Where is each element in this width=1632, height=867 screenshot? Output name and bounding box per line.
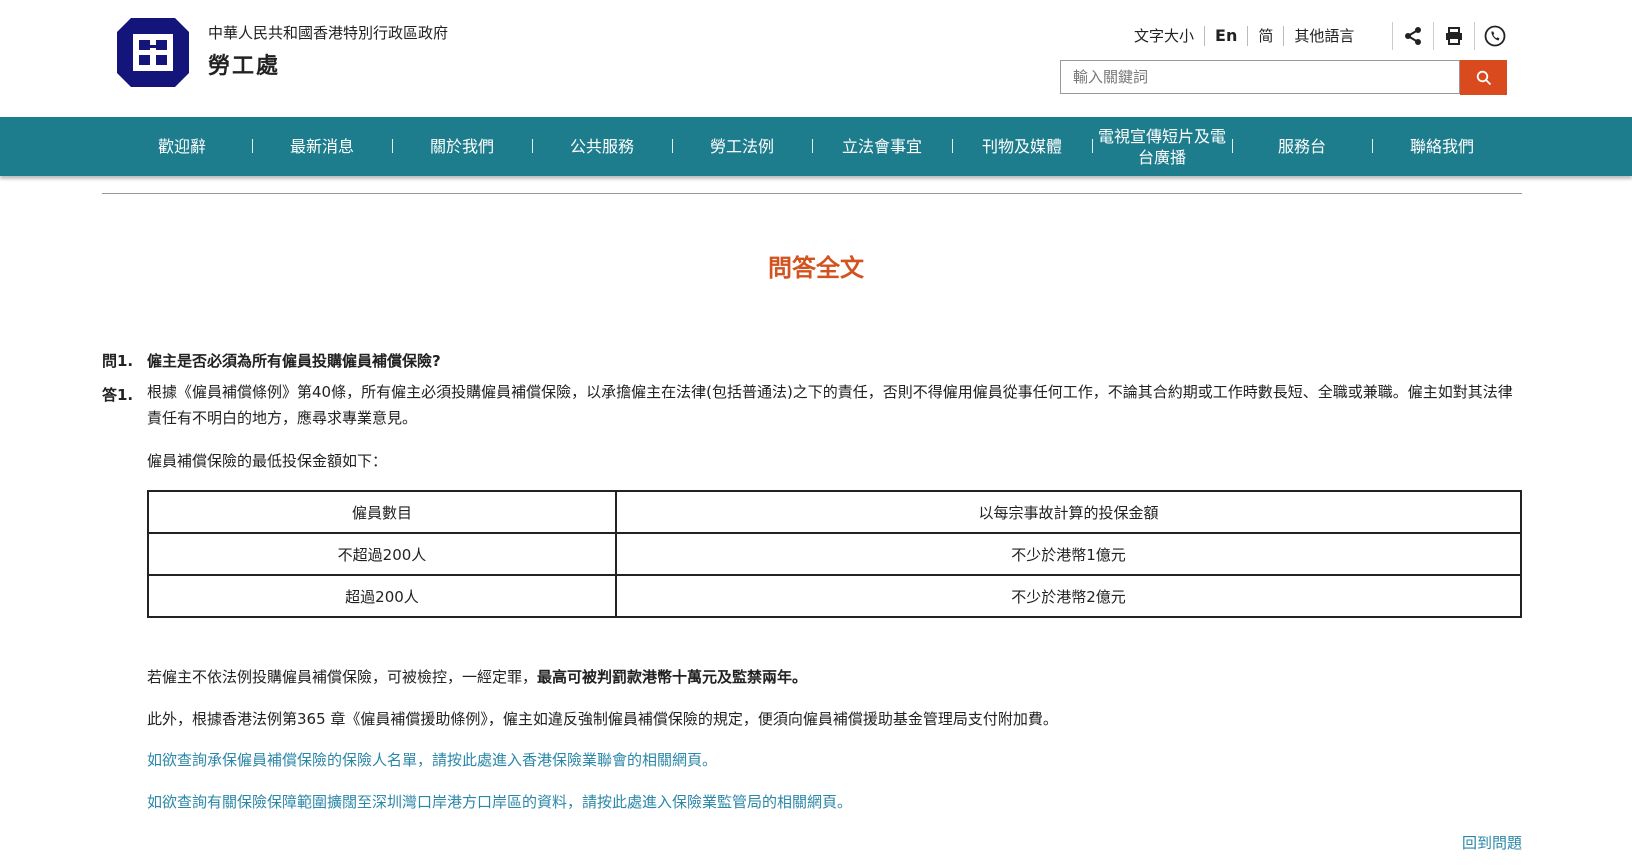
phone-icon[interactable] xyxy=(1474,22,1515,50)
search-box xyxy=(1060,60,1460,94)
penalty-text: 若僱主不依法例投購僱員補償保險，可被檢控，一經定罪， xyxy=(147,668,538,686)
question-number: 問1. xyxy=(102,352,134,370)
department-name: 勞工處 xyxy=(208,54,281,79)
table-cell: 超過200人 xyxy=(147,574,617,618)
nav-item-tv-radio-apis[interactable]: 電視宣傳短片及電台廣播 xyxy=(1092,117,1232,176)
search-button[interactable] xyxy=(1460,60,1507,95)
levy-paragraph: 此外，根據香港法例第365 章《僱員補償援助條例》，僱主如違反強制僱員補償保險的… xyxy=(147,710,1058,728)
search-icon xyxy=(1476,70,1491,85)
penalty-paragraph: 若僱主不依法例投購僱員補償保險，可被檢控，一經定罪，最高可被判罰款港幣十萬元及監… xyxy=(147,666,807,687)
nav-item-about-us[interactable]: 關於我們 xyxy=(392,117,532,176)
insurance-amount-table: 僱員數目 以每宗事故計算的投保金額 不超過200人 不少於港幣1億元 超過200… xyxy=(147,490,1522,618)
share-icon[interactable] xyxy=(1392,22,1433,50)
nav-item-service-counter[interactable]: 服務台 xyxy=(1232,117,1372,176)
penalty-emphasis: 最高可被判罰款港幣十萬元及監禁兩年。 xyxy=(537,668,808,686)
page-title: 問答全文 xyxy=(768,254,864,282)
top-toolbar: 文字大小 En 简 其他語言 xyxy=(1134,22,1364,50)
english-link[interactable]: En xyxy=(1205,26,1249,46)
table-cell: 不少於港幣2億元 xyxy=(615,574,1522,618)
shenzhen-bay-info-link[interactable]: 如欲查詢有關保險保障範圍擴闊至深圳灣口岸港方口岸區的資料，請按此處進入保險業監管… xyxy=(147,791,852,812)
nav-item-contact-us[interactable]: 聯絡我們 xyxy=(1372,117,1512,176)
print-icon[interactable] xyxy=(1433,22,1474,50)
main-nav: 歡迎辭 最新消息 關於我們 公共服務 勞工法例 立法會事宜 刊物及媒體 電視宣傳… xyxy=(0,117,1632,176)
table-intro: 僱員補償保險的最低投保金額如下： xyxy=(147,452,388,470)
table-cell: 不超過200人 xyxy=(147,532,617,576)
labour-department-logo[interactable] xyxy=(117,18,189,87)
table-header-row: 僱員數目 以每宗事故計算的投保金額 xyxy=(147,490,1522,534)
insurers-list-link[interactable]: 如欲查詢承保僱員補償保險的保險人名單，請按此處進入香港保險業聯會的相關網頁。 xyxy=(147,749,717,770)
nav-item-welcome[interactable]: 歡迎辭 xyxy=(112,117,252,176)
toolbar-icons xyxy=(1392,22,1515,50)
nav-item-news[interactable]: 最新消息 xyxy=(252,117,392,176)
government-name: 中華人民共和國香港特別行政區政府 xyxy=(208,24,449,42)
nav-item-legco-matters[interactable]: 立法會事宜 xyxy=(812,117,952,176)
answer-text: 根據《僱員補償條例》第40條，所有僱主必須投購僱員補償保險，以承擔僱主在法律(包… xyxy=(147,383,1513,427)
simplified-chinese-link[interactable]: 简 xyxy=(1248,26,1285,46)
back-to-questions-link[interactable]: 回到問題 xyxy=(1462,832,1522,853)
search-input[interactable] xyxy=(1061,61,1459,93)
table-row: 超過200人 不少於港幣2億元 xyxy=(147,574,1522,618)
divider xyxy=(102,193,1522,194)
table-cell: 不少於港幣1億元 xyxy=(615,532,1522,576)
font-size-link[interactable]: 文字大小 xyxy=(1134,26,1206,46)
table-row: 不超過200人 不少於港幣1億元 xyxy=(147,532,1522,576)
nav-item-public-services[interactable]: 公共服務 xyxy=(532,117,672,176)
question-text: 僱主是否必須為所有僱員投購僱員補償保險? xyxy=(147,352,441,370)
other-languages-link[interactable]: 其他語言 xyxy=(1284,26,1364,46)
nav-item-publications-media[interactable]: 刊物及媒體 xyxy=(952,117,1092,176)
nav-item-labour-legislation[interactable]: 勞工法例 xyxy=(672,117,812,176)
answer-number: 答1. xyxy=(102,386,134,404)
table-header: 僱員數目 xyxy=(147,490,617,534)
table-header: 以每宗事故計算的投保金額 xyxy=(615,490,1522,534)
